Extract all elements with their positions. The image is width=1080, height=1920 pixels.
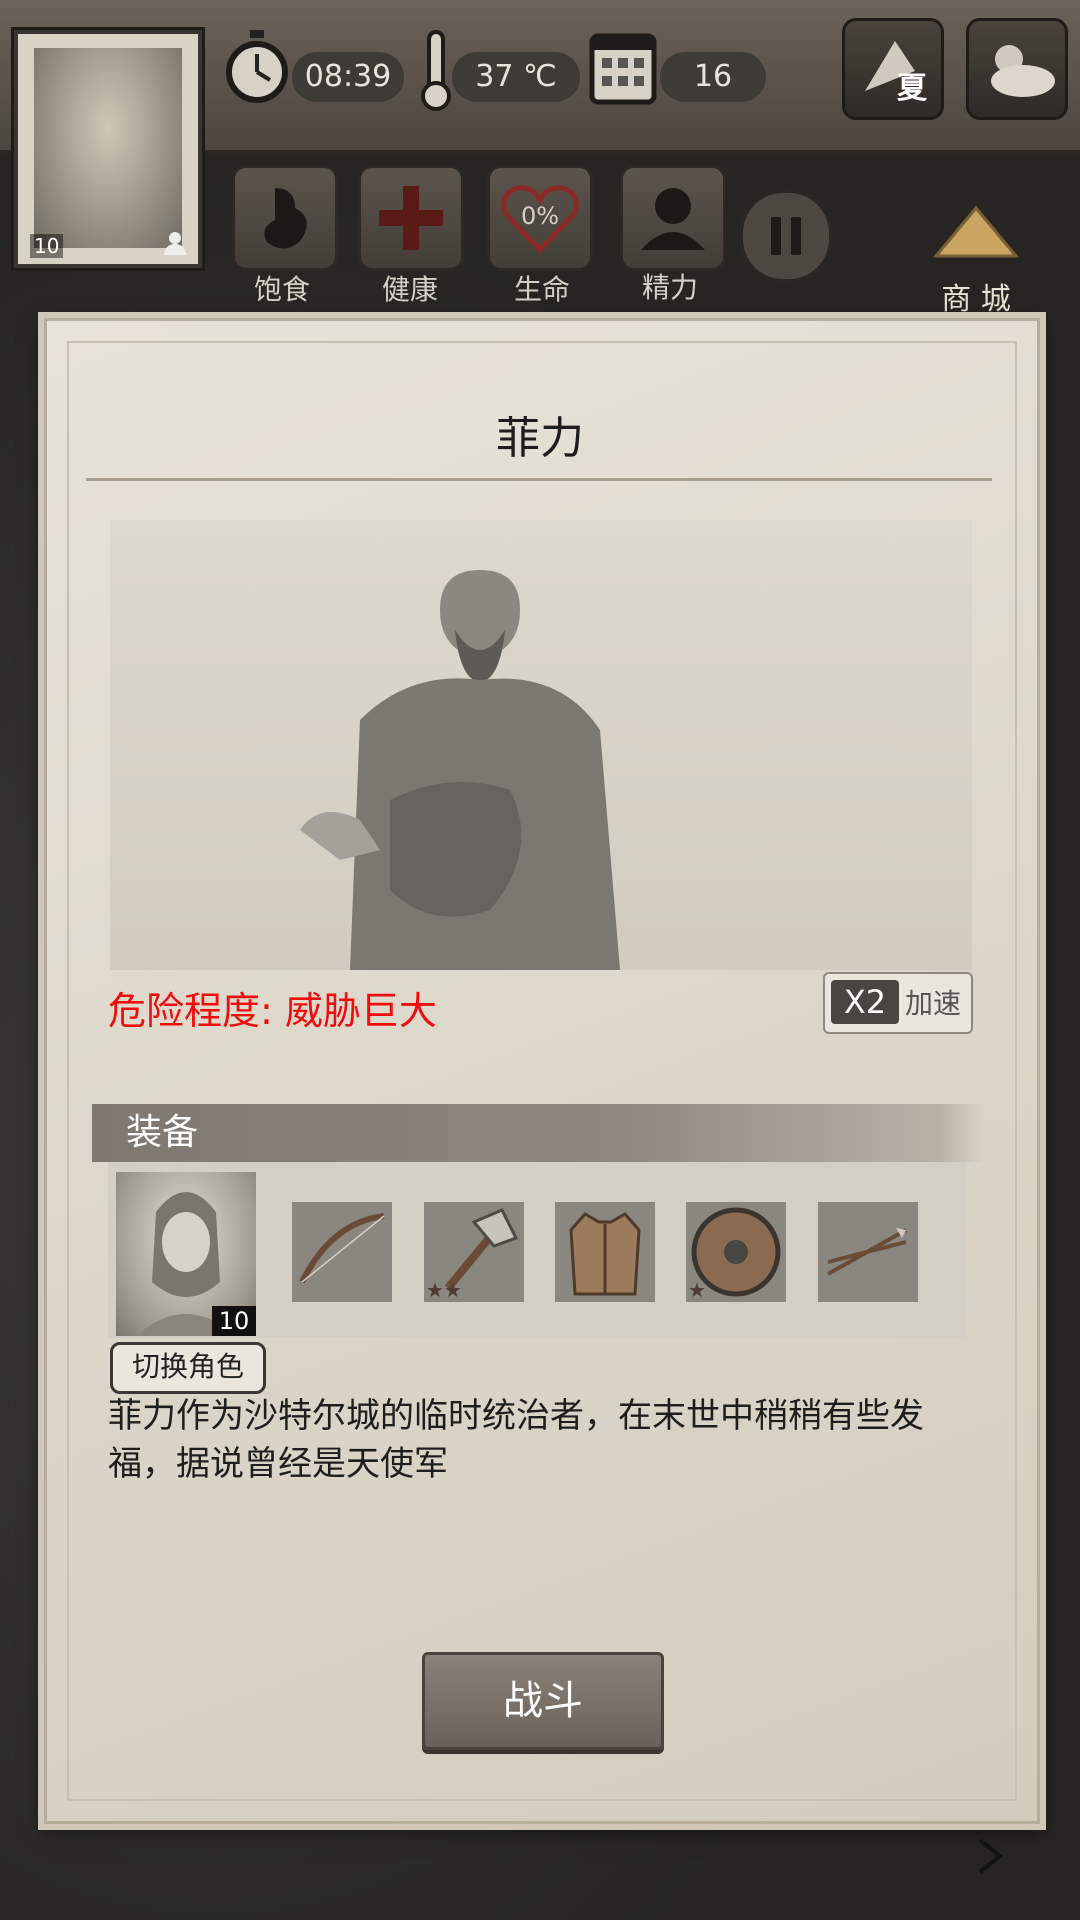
equip-slot-bow[interactable] <box>292 1202 392 1302</box>
season-label: 夏 <box>897 71 927 106</box>
day-counter: 16 <box>660 52 766 102</box>
person-bust-icon <box>641 188 705 250</box>
equipment-header: 装备 <box>92 1104 985 1162</box>
title-divider <box>86 478 992 481</box>
red-cross-icon <box>379 186 443 250</box>
shield-stars: ★ <box>688 1278 706 1302</box>
speed-label: 加速 <box>905 987 962 1020</box>
weather-button[interactable] <box>966 18 1068 120</box>
hero-level: 10 <box>212 1306 256 1336</box>
pause-button[interactable] <box>740 190 832 282</box>
shop-label: 商 城 <box>941 282 1011 317</box>
pause-icon <box>771 217 801 255</box>
fight-button[interactable]: 战斗 <box>422 1652 664 1750</box>
stat-label-satiety: 饱食 <box>253 273 310 306</box>
shop-button[interactable]: 商 城 <box>926 200 1026 317</box>
person-icon <box>164 232 186 255</box>
thermometer-icon <box>421 30 451 111</box>
stat-health[interactable] <box>358 165 464 271</box>
shell-icon <box>932 205 1020 258</box>
character-figure <box>300 570 620 970</box>
character-name: 菲力 <box>496 413 584 464</box>
life-percent: 0% <box>520 202 560 230</box>
player-level: 10 <box>30 234 64 258</box>
time-display: 08:39 <box>292 52 404 102</box>
arrows-icon <box>827 1228 907 1276</box>
player-face <box>34 48 182 248</box>
equip-slot-vest[interactable] <box>555 1202 655 1302</box>
season-button[interactable]: 夏 <box>842 18 944 120</box>
stat-life[interactable]: 0% <box>487 165 593 271</box>
danger-level: 危险程度: 威胁巨大 <box>108 989 437 1033</box>
stomach-icon <box>264 188 307 249</box>
switch-character-button[interactable]: 切换角色 <box>110 1342 266 1394</box>
speed-multiplier: X2 <box>831 980 899 1024</box>
axe-stars: ★★ <box>426 1278 462 1302</box>
character-description: 菲力作为沙特尔城的临时统治者，在末世中稍稍有些发福，据说曾经是天使军 <box>108 1396 924 1484</box>
calendar-icon <box>589 33 657 105</box>
stat-satiety[interactable] <box>232 165 338 271</box>
cloud-sun-icon <box>991 45 1055 97</box>
stat-label-health: 健康 <box>381 273 438 306</box>
bow-icon <box>299 1213 385 1284</box>
speed-toggle[interactable]: X2 加速 <box>823 972 973 1034</box>
stat-label-life: 生命 <box>513 273 570 306</box>
equip-slot-arrows[interactable] <box>818 1202 918 1302</box>
player-portrait[interactable]: 10 <box>14 30 202 268</box>
character-artwork <box>110 520 972 970</box>
stat-label-energy: 精力 <box>641 271 698 304</box>
chevron-right-icon[interactable] <box>970 1836 1010 1876</box>
stat-energy[interactable] <box>620 165 726 271</box>
stopwatch-icon <box>226 30 288 103</box>
temperature-display: 37 ℃ <box>452 52 580 102</box>
leather-vest-icon <box>569 1212 641 1296</box>
hero-portrait[interactable]: 10 <box>116 1172 256 1336</box>
equip-slot-shield[interactable]: ★ <box>686 1202 786 1302</box>
equip-slot-axe[interactable]: ★★ <box>424 1202 524 1302</box>
